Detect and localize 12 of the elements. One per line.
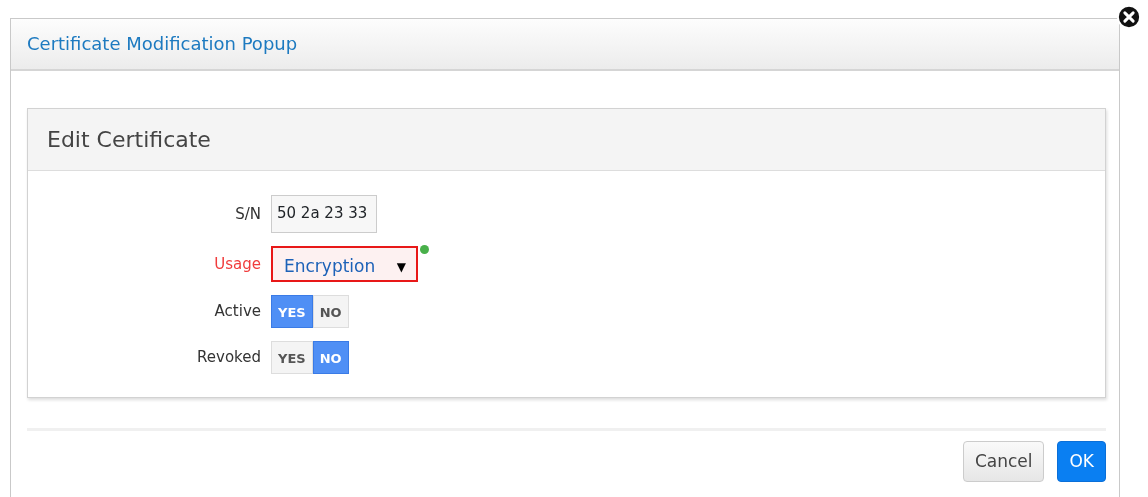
field-label: Revoked	[196, 347, 262, 369]
panel-title: Edit Certificate	[28, 109, 1105, 171]
ok-button[interactable]: OK	[1057, 441, 1106, 482]
popup-title: Certificate Modification Popup	[11, 19, 1119, 71]
field-label: Usage	[213, 253, 262, 275]
toggle-option[interactable]: NO	[312, 295, 349, 328]
field-label: S/N	[234, 203, 262, 225]
cancel-button[interactable]: Cancel	[962, 441, 1045, 482]
field-label: Active	[213, 301, 262, 323]
toggle-option[interactable]: YES	[271, 341, 313, 374]
usage-dropdown[interactable]: Encryption ▼	[271, 246, 418, 282]
text-field[interactable]: 50 2a 23 33	[271, 195, 377, 233]
